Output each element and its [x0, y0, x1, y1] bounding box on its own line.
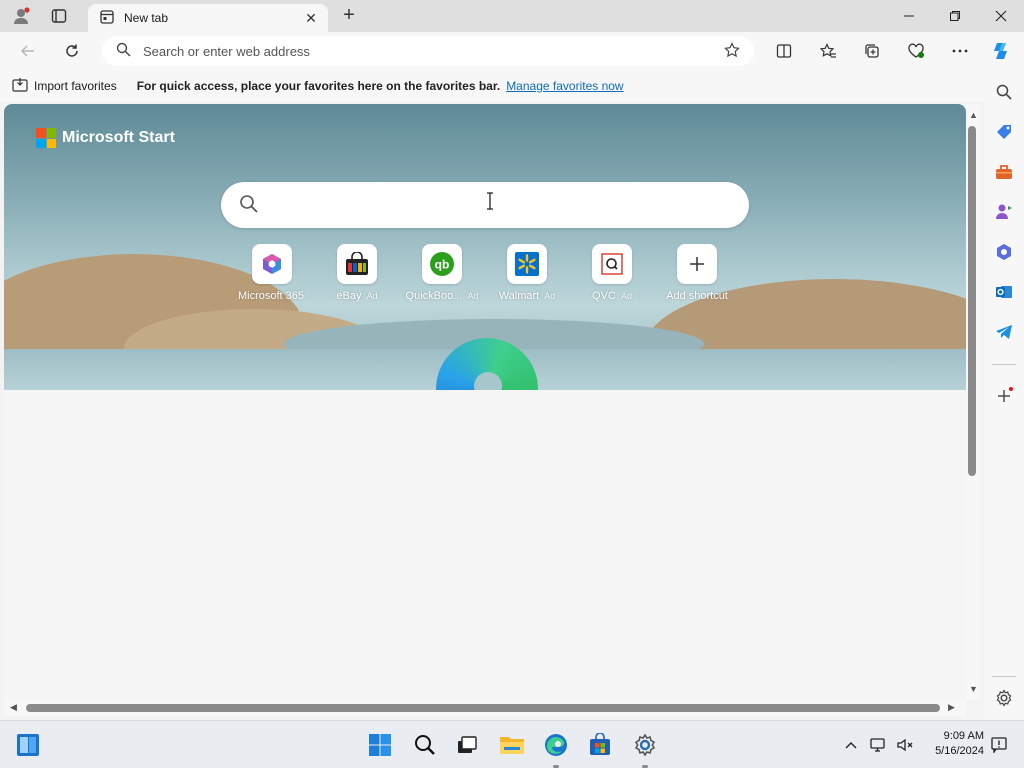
- import-favorites-button[interactable]: Import favorites: [12, 77, 117, 95]
- scroll-up-icon[interactable]: ▲: [969, 110, 978, 120]
- favorite-star-icon[interactable]: [724, 41, 740, 61]
- copilot-icon[interactable]: [988, 38, 1016, 64]
- scroll-down-icon[interactable]: ▼: [969, 684, 978, 694]
- tools-icon[interactable]: [992, 160, 1016, 184]
- network-icon[interactable]: [868, 729, 890, 761]
- sidebar-divider: [992, 364, 1016, 365]
- address-input[interactable]: [143, 43, 716, 59]
- store-icon[interactable]: [584, 729, 616, 761]
- title-bar: New tab ✕ +: [0, 0, 1024, 32]
- search-icon: [239, 194, 259, 217]
- browser-essentials-button[interactable]: [902, 38, 930, 64]
- shortcut-ebay[interactable]: eBay Ad: [312, 244, 402, 302]
- text-cursor-icon: [487, 192, 493, 210]
- content-feed: [4, 390, 966, 700]
- import-icon: [12, 77, 28, 95]
- horizontal-scrollbar[interactable]: ◀ ▶: [4, 700, 966, 716]
- clock-time: 9:09 AM: [943, 730, 984, 742]
- collections-button[interactable]: [858, 38, 886, 64]
- system-clock[interactable]: 9:09 AM 5/16/2024: [920, 729, 984, 759]
- horizontal-scroll-thumb[interactable]: [26, 704, 940, 712]
- navigation-bar: [0, 32, 1024, 70]
- profile-icon[interactable]: [8, 4, 34, 28]
- start-button[interactable]: [364, 729, 396, 761]
- favorites-bar: Import favorites For quick access, place…: [0, 70, 1024, 102]
- address-bar[interactable]: [102, 36, 754, 66]
- volume-muted-icon[interactable]: [894, 729, 916, 761]
- refresh-button[interactable]: [58, 38, 86, 64]
- web-search-input[interactable]: [269, 185, 749, 225]
- new-tab-page: Microsoft Start Microsoft 365 eBay Ad qb…: [4, 104, 966, 700]
- shortcut-label: eBay: [336, 290, 362, 302]
- brand-label: Microsoft Start: [62, 129, 175, 146]
- search-icon[interactable]: [992, 80, 1016, 104]
- settings-more-button[interactable]: [946, 38, 974, 64]
- edge-sidebar: [984, 70, 1024, 720]
- tab-new-tab[interactable]: New tab ✕: [88, 4, 328, 32]
- svg-text:qb: qb: [435, 258, 450, 272]
- scroll-left-icon[interactable]: ◀: [10, 702, 17, 713]
- settings-app-icon[interactable]: [629, 729, 661, 761]
- microsoft-logo-icon: [36, 128, 56, 148]
- shopping-tag-icon[interactable]: [992, 120, 1016, 144]
- tab-close-icon[interactable]: ✕: [302, 10, 320, 27]
- microsoft365-icon[interactable]: [992, 240, 1016, 264]
- plus-icon: [677, 244, 717, 284]
- add-shortcut-button[interactable]: Add shortcut: [652, 244, 742, 302]
- outlook-icon[interactable]: [992, 280, 1016, 304]
- hero-background: Microsoft Start Microsoft 365 eBay Ad qb…: [4, 104, 966, 390]
- telegram-icon[interactable]: [992, 320, 1016, 344]
- back-button[interactable]: [14, 38, 42, 64]
- new-tab-page-icon: [100, 9, 114, 27]
- tab-title: New tab: [124, 11, 169, 25]
- sidebar-divider: [992, 676, 1016, 677]
- manage-favorites-link[interactable]: Manage favorites now: [506, 79, 623, 93]
- notifications-icon[interactable]: [988, 729, 1010, 761]
- split-screen-button[interactable]: [770, 38, 798, 64]
- minimize-button[interactable]: [886, 0, 932, 32]
- new-tab-button[interactable]: +: [338, 4, 360, 28]
- taskbar-search-icon[interactable]: [409, 729, 441, 761]
- shortcut-microsoft365[interactable]: Microsoft 365: [227, 244, 317, 302]
- shortcut-label: QuickBoo...: [405, 290, 463, 302]
- close-window-button[interactable]: [978, 0, 1024, 32]
- walmart-icon: [507, 244, 547, 284]
- edge-taskbar-icon[interactable]: [540, 729, 572, 761]
- vertical-scrollbar[interactable]: ▲ ▼: [966, 104, 980, 700]
- widgets-icon[interactable]: [12, 729, 44, 761]
- clock-date: 5/16/2024: [935, 745, 984, 757]
- shortcut-label: Walmart: [498, 290, 540, 302]
- restore-button[interactable]: [932, 0, 978, 32]
- shortcut-qvc[interactable]: QVC Ad: [567, 244, 657, 302]
- show-hidden-icons-icon[interactable]: [840, 729, 862, 761]
- microsoft-start-logo[interactable]: Microsoft Start: [36, 128, 175, 148]
- import-favorites-label: Import favorites: [34, 79, 117, 93]
- add-icon[interactable]: [992, 384, 1016, 408]
- games-icon[interactable]: [992, 200, 1016, 224]
- shortcut-quickbooks[interactable]: qb QuickBoo... Ad: [397, 244, 487, 302]
- settings-icon[interactable]: [992, 686, 1016, 710]
- web-search-box[interactable]: [221, 182, 749, 228]
- scroll-right-icon[interactable]: ▶: [948, 702, 955, 713]
- shortcut-walmart[interactable]: Walmart Ad: [482, 244, 572, 302]
- task-view-icon[interactable]: [451, 729, 483, 761]
- browser-window: New tab ✕ + Search or enter web address …: [0, 0, 1024, 768]
- tab-actions-icon[interactable]: [46, 4, 72, 28]
- windows-taskbar: 9:09 AM 5/16/2024: [0, 720, 1024, 768]
- shortcut-label: Add shortcut: [666, 290, 728, 302]
- quickbooks-icon: qb: [422, 244, 462, 284]
- favorites-tip: For quick access, place your favorites h…: [136, 79, 501, 93]
- shortcut-label: QVC: [592, 290, 616, 302]
- shortcut-label: Microsoft 365: [237, 290, 305, 302]
- vertical-scroll-thumb[interactable]: [968, 126, 976, 476]
- qvc-icon: [592, 244, 632, 284]
- search-icon: [116, 42, 131, 60]
- ebay-icon: [337, 244, 377, 284]
- favorites-button[interactable]: [814, 38, 842, 64]
- file-explorer-icon[interactable]: [496, 729, 528, 761]
- microsoft365-icon: [252, 244, 292, 284]
